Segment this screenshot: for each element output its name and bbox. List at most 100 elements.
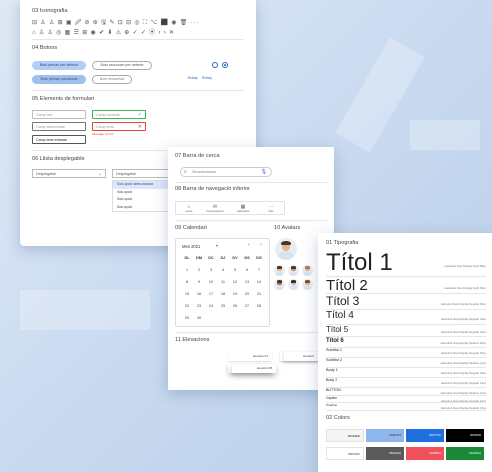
- disabled-button: Botó desactivat: [92, 75, 132, 84]
- close-icon: ✕: [137, 124, 142, 130]
- calendar-day[interactable]: 29: [182, 316, 192, 320]
- calendar-day[interactable]: 20: [242, 292, 252, 296]
- calendar-weekday: DM: [196, 256, 202, 260]
- divider: [326, 367, 486, 368]
- calendar-day[interactable]: 10: [206, 280, 216, 284]
- calendar-day[interactable]: 15: [182, 292, 192, 296]
- avatar: [274, 279, 285, 290]
- avatar: [288, 279, 299, 290]
- dropdown-option[interactable]: Sub-opció seleccionada: [113, 181, 171, 189]
- calendar-day[interactable]: 5: [230, 268, 240, 272]
- avatar-large: [275, 238, 297, 260]
- calendar-day[interactable]: 7: [254, 268, 264, 272]
- error-field[interactable]: Camp error ✕: [92, 122, 146, 131]
- typography-sample: Body 2: [326, 378, 338, 382]
- search-input[interactable]: Senseenasana: [192, 170, 216, 174]
- nav-item-home[interactable]: ⌂ Home: [178, 204, 200, 213]
- calendar-day[interactable]: 17: [206, 292, 216, 296]
- calendar-day[interactable]: 9: [194, 280, 204, 284]
- calendar-day[interactable]: 21: [254, 292, 264, 296]
- calendar-day[interactable]: 19: [230, 292, 240, 296]
- chevron-down-icon: ⌄: [98, 171, 102, 176]
- calendar-day[interactable]: 27: [242, 304, 252, 308]
- link-2[interactable]: Enllaç: [202, 76, 212, 80]
- search-title: 07 Barra de cerca: [175, 153, 220, 159]
- search-bar[interactable]: ⌕ Senseenasana 🎙: [180, 167, 272, 177]
- previous-month-icon[interactable]: ‹: [248, 242, 250, 248]
- calendar-day[interactable]: 8: [182, 280, 192, 284]
- nav-item-more[interactable]: ··· Més: [260, 204, 282, 213]
- radio-selected[interactable]: [222, 62, 228, 68]
- month-dropdown-icon[interactable]: ▾: [216, 243, 218, 248]
- calendar-day[interactable]: 28: [254, 304, 264, 308]
- divider: [326, 347, 486, 348]
- calendar: Mes 2021 ▾ ‹ › DL DM DC DJ DV DS DG 1 2 3 4 5 6 7 8 9 10…: [175, 238, 270, 327]
- calendar-day[interactable]: 2: [194, 268, 204, 272]
- calendar-day[interactable]: 30: [194, 316, 204, 320]
- text-field[interactable]: Camp text: [32, 110, 86, 119]
- calendar-day[interactable]: 26: [230, 304, 240, 308]
- dropdown-option[interactable]: Sub-opció: [113, 189, 171, 197]
- calendar-day[interactable]: 3: [206, 268, 216, 272]
- avatar: [274, 265, 285, 276]
- calendar-day[interactable]: 18: [218, 292, 228, 296]
- typography-sample: BUTTON: [326, 388, 341, 392]
- divider: [326, 357, 486, 358]
- dropdown-closed[interactable]: Desplegable ⌄: [32, 169, 106, 178]
- color-swatch: #A8C0F4: [366, 429, 404, 442]
- next-month-icon[interactable]: ›: [260, 242, 262, 248]
- avatar: [302, 265, 313, 276]
- nav-item-communications[interactable]: ✉ Comunicacions: [204, 204, 226, 213]
- nav-item-calendar[interactable]: ▦ Calendario: [232, 204, 254, 213]
- calendar-day[interactable]: 24: [206, 304, 216, 308]
- divider: [32, 90, 244, 91]
- primary-pressed-button[interactable]: Botó primari pressionat: [32, 75, 86, 84]
- calendar-day[interactable]: 14: [254, 280, 264, 284]
- calendar-day[interactable]: 22: [182, 304, 192, 308]
- calendar-day[interactable]: 6: [242, 268, 252, 272]
- primary-default-button[interactable]: Botó primari per defecte: [32, 61, 86, 70]
- calendar-day[interactable]: 4: [218, 268, 228, 272]
- calendar-day[interactable]: 25: [218, 304, 228, 308]
- typography-sample: Títol 2: [326, 277, 368, 294]
- dropdown-option[interactable]: Sub-opció: [113, 204, 171, 212]
- typography-sample: Overline: [326, 403, 338, 407]
- correct-field[interactable]: Camp correcte ✓: [92, 110, 146, 119]
- calendar-day[interactable]: 11: [218, 280, 228, 284]
- calendar-weekday: DL: [184, 256, 190, 260]
- secondary-default-button[interactable]: Botó secundari per defecte: [92, 61, 152, 70]
- check-icon: ✓: [137, 112, 142, 118]
- divider: [175, 332, 327, 333]
- typography-meta: Helvetica Now Display Medium 20px: [440, 341, 486, 346]
- microphone-icon[interactable]: 🎙: [261, 168, 267, 177]
- calendar-day[interactable]: 13: [242, 280, 252, 284]
- calendar-month[interactable]: Mes 2021: [182, 244, 200, 249]
- buttons-title: 04 Botons: [32, 45, 58, 51]
- calendar-day[interactable]: 12: [230, 280, 240, 284]
- error-message: Missatge d'error: [92, 132, 114, 136]
- radio-unselected[interactable]: [212, 62, 218, 68]
- typography-sample: Body 1: [326, 368, 338, 372]
- selected-field[interactable]: Camp seleccionat: [32, 122, 86, 131]
- typography-meta: Helvetica Now Display Regular 14px: [440, 380, 486, 385]
- dropdown-option[interactable]: Sub-opció: [113, 196, 171, 204]
- iconography-row-2: ⌂ ♙ ♙ ◎ ▦ ☰ ⊞ ◉ ✔ ⬇ ⚠ ⊕ ✓ ✓ ⦿ ‹ › ✕: [32, 30, 175, 36]
- typography-sample: Títol 3: [326, 294, 360, 308]
- dropdown-closed-label: Desplegable: [36, 172, 56, 176]
- input-field[interactable]: Camp amb entrada: [32, 135, 86, 144]
- nav-item-label: Comunicacions: [206, 210, 224, 213]
- color-swatch: #000000: [446, 429, 484, 442]
- link-1[interactable]: Enllaç: [188, 76, 198, 80]
- calendar-day[interactable]: 16: [194, 292, 204, 296]
- calendar-day[interactable]: 23: [194, 304, 204, 308]
- error-field-label: Camp error: [96, 125, 115, 129]
- search-icon: ⌕: [184, 169, 187, 175]
- typography-sample: Títol 1: [326, 249, 393, 276]
- typography-meta: Helvetica Now Display Light 96px: [444, 264, 486, 269]
- divider: [326, 377, 486, 378]
- typography-title: 01 Tipografia: [326, 240, 359, 246]
- dropdown-open[interactable]: Desplegable: [112, 169, 172, 178]
- color-swatch: #1A8A3A: [446, 447, 484, 460]
- calendar-day[interactable]: 1: [182, 268, 192, 272]
- color-swatch: #E0E0EE: [326, 429, 364, 442]
